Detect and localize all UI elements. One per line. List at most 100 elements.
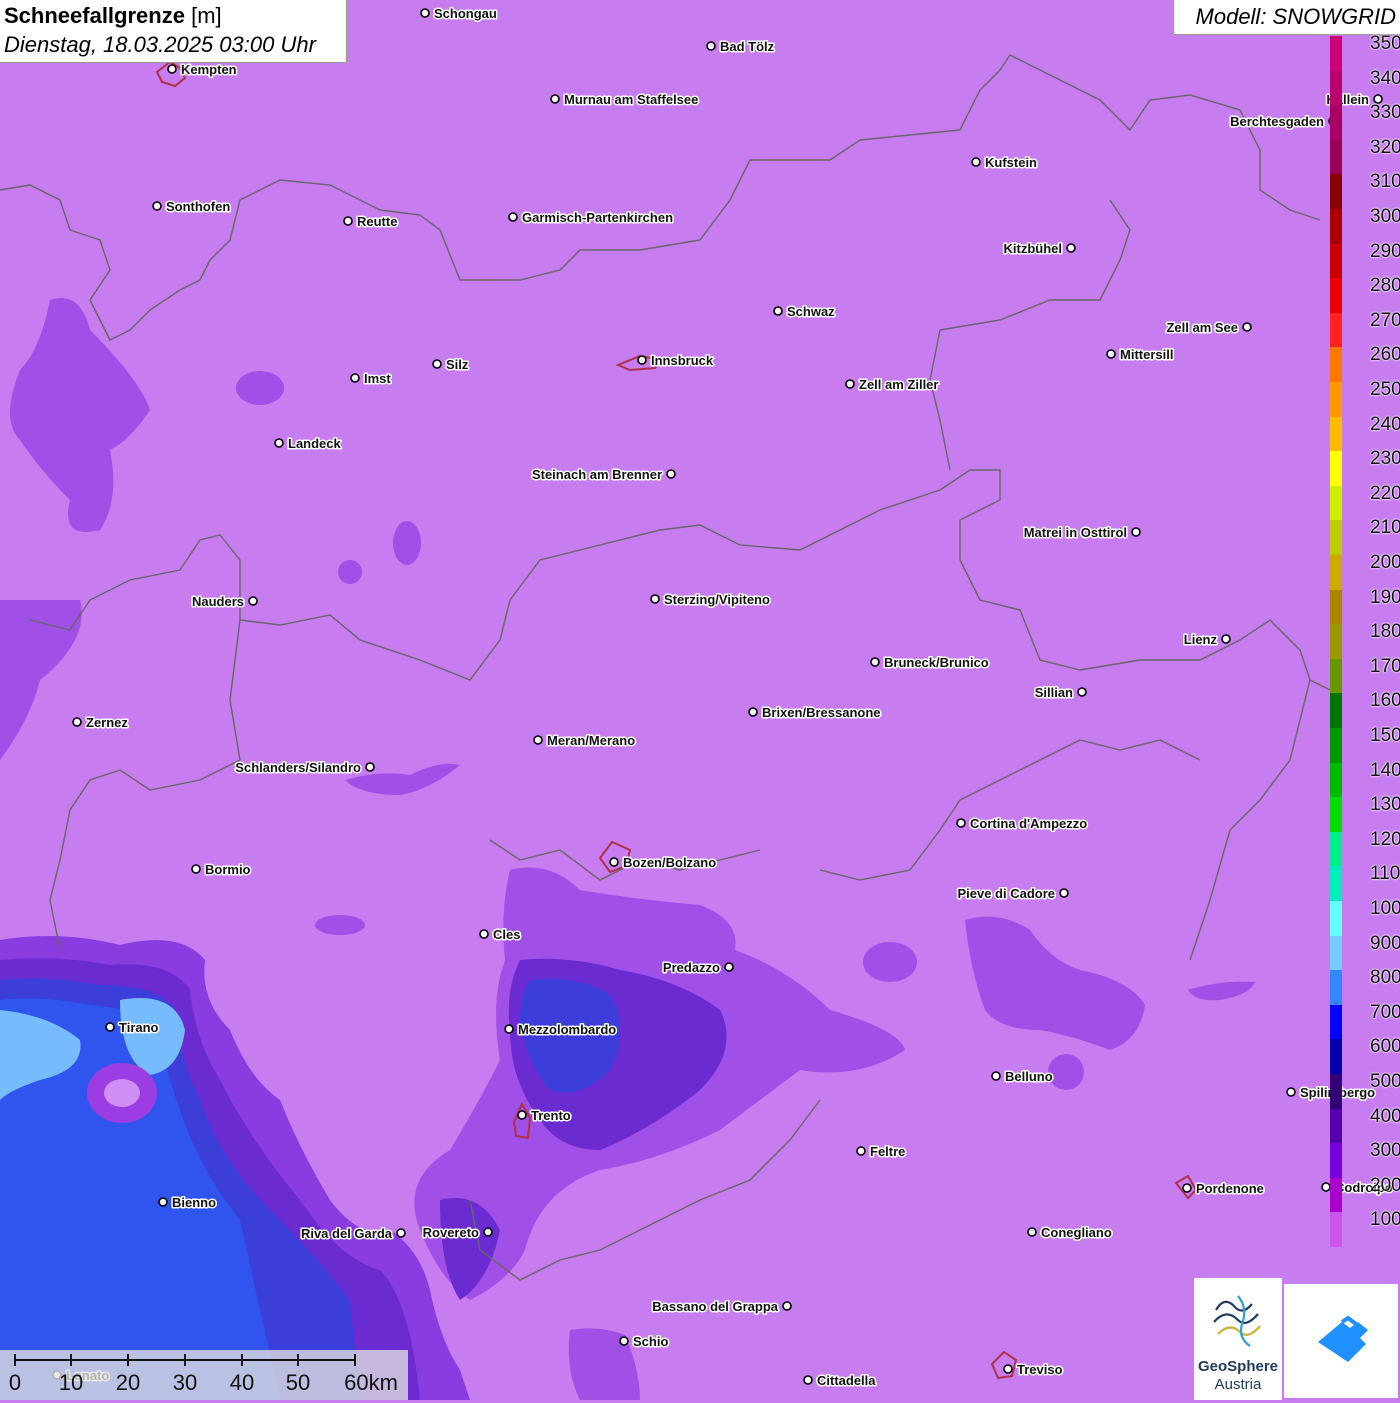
map-title-box: Schneefallgrenze [m] Dienstag, 18.03.202… bbox=[0, 0, 347, 63]
city-label: Cortina d'Ampezzo bbox=[970, 816, 1087, 831]
legend-swatch-2200 bbox=[1330, 485, 1342, 521]
city-label: Bruneck/Brunico bbox=[884, 655, 989, 670]
city-label: Imst bbox=[364, 371, 391, 386]
city-dot bbox=[508, 212, 518, 222]
city-matrei-in-osttirol: Matrei in Osttirol bbox=[1022, 524, 1141, 542]
city-dot bbox=[396, 1228, 406, 1238]
city-label: Mittersill bbox=[1120, 347, 1173, 362]
legend-swatch-300 bbox=[1330, 1143, 1342, 1179]
city-zell-am-ziller: Zell am Ziller bbox=[845, 376, 940, 394]
city-murnau-am-staffelsee: Murnau am Staffelsee bbox=[550, 91, 700, 109]
city-dot bbox=[856, 1146, 866, 1156]
city-label: Sonthofen bbox=[166, 199, 230, 214]
city-dot bbox=[706, 41, 716, 51]
city-label: Innsbruck bbox=[651, 353, 714, 368]
city-dot bbox=[158, 1197, 168, 1207]
city-label: Bassano del Grappa bbox=[652, 1299, 778, 1314]
legend-label-600: 600 bbox=[1370, 1036, 1400, 1058]
legend-label-2200: 2200 bbox=[1370, 482, 1400, 504]
city-label: Mezzolombardo bbox=[518, 1022, 616, 1037]
city-dot bbox=[152, 201, 162, 211]
scale-tick-30: 30 bbox=[172, 1370, 198, 1395]
city-dot bbox=[365, 762, 375, 772]
city-label: Rovereto bbox=[423, 1225, 479, 1240]
app-logo-icon bbox=[1318, 1315, 1368, 1362]
model-label: Modell: SNOWGRID bbox=[1195, 4, 1396, 29]
city-label: Schlanders/Silandro bbox=[235, 760, 361, 775]
legend-label-2600: 2600 bbox=[1370, 344, 1400, 366]
city-berchtesgaden: Berchtesgaden bbox=[1229, 113, 1338, 131]
legend-label-1200: 1200 bbox=[1370, 828, 1400, 850]
city-dot bbox=[550, 94, 560, 104]
city-label: Steinach am Brenner bbox=[532, 467, 662, 482]
city-label: Trento bbox=[531, 1108, 571, 1123]
city-label: Lienz bbox=[1184, 632, 1218, 647]
city-label: Nauders bbox=[192, 594, 244, 609]
legend-swatch-1300 bbox=[1330, 797, 1342, 833]
city-label: Zell am See bbox=[1166, 320, 1238, 335]
legend-swatch-400 bbox=[1330, 1108, 1342, 1144]
color-legend: 3500 3400 3300 3200 3100 3000 2900 2800 2700 2600… bbox=[1330, 33, 1400, 1248]
app-logo[interactable] bbox=[1284, 1284, 1398, 1398]
city-dot bbox=[350, 373, 360, 383]
legend-label-2900: 2900 bbox=[1370, 240, 1400, 262]
legend-label-200: 200 bbox=[1370, 1174, 1400, 1196]
city-dot bbox=[483, 1227, 493, 1237]
city-label: Feltre bbox=[870, 1144, 905, 1159]
legend-swatch-3100 bbox=[1330, 174, 1342, 210]
legend-swatch-3400 bbox=[1330, 70, 1342, 106]
city-label: Cles bbox=[493, 927, 520, 942]
city-label: Matrei in Osttirol bbox=[1024, 525, 1127, 540]
legend-swatch-2700 bbox=[1330, 312, 1342, 348]
legend-label-1700: 1700 bbox=[1370, 655, 1400, 677]
city-dot bbox=[191, 864, 201, 874]
legend-swatch-2500 bbox=[1330, 382, 1342, 418]
legend-swatch-600 bbox=[1330, 1039, 1342, 1075]
city-bozen-bolzano: Bozen/Bolzano bbox=[609, 854, 718, 872]
geosphere-subtitle: Austria bbox=[1214, 1376, 1262, 1393]
legend-swatch-1200 bbox=[1330, 831, 1342, 867]
city-label: Bienno bbox=[172, 1195, 216, 1210]
legend-label-2800: 2800 bbox=[1370, 275, 1400, 297]
city-label: Reutte bbox=[357, 214, 397, 229]
city-label: Tirano bbox=[119, 1020, 159, 1035]
city-label: Schwaz bbox=[787, 304, 835, 319]
city-dot bbox=[609, 857, 619, 867]
legend-label-3200: 3200 bbox=[1370, 136, 1400, 158]
legend-label-2700: 2700 bbox=[1370, 309, 1400, 331]
city-dot bbox=[650, 594, 660, 604]
legend-label-2500: 2500 bbox=[1370, 379, 1400, 400]
legend-label-1800: 1800 bbox=[1370, 621, 1400, 643]
city-bassano-del-grappa: Bassano del Grappa bbox=[651, 1298, 792, 1316]
legend-label-1300: 1300 bbox=[1370, 794, 1400, 816]
city-dot bbox=[666, 469, 676, 479]
city-dot bbox=[1131, 527, 1141, 537]
city-dot bbox=[274, 438, 284, 448]
snowfall-limit-map[interactable]: Schongau Bad Tölz Kempten Murnau am Staffel… bbox=[0, 0, 1400, 1400]
legend-label-2300: 2300 bbox=[1370, 448, 1400, 470]
scale-tick-10: 10 bbox=[58, 1370, 84, 1395]
scale-tick-0: 0 bbox=[8, 1370, 22, 1395]
city-garmisch-partenkirchen: Garmisch-Partenkirchen bbox=[508, 209, 675, 227]
legend-swatch-2900 bbox=[1330, 243, 1342, 279]
city-dot bbox=[1286, 1087, 1296, 1097]
city-dot bbox=[1003, 1364, 1013, 1374]
legend-swatch-100 bbox=[1330, 1212, 1342, 1248]
city-dot bbox=[1077, 687, 1087, 697]
city-label: Berchtesgaden bbox=[1230, 114, 1324, 129]
geosphere-mark-icon bbox=[1213, 1295, 1261, 1347]
map-datetime: Dienstag, 18.03.2025 03:00 Uhr bbox=[4, 32, 316, 57]
city-dot bbox=[504, 1024, 514, 1034]
city-dot bbox=[971, 157, 981, 167]
legend-swatch-2600 bbox=[1330, 347, 1342, 383]
legend-swatch-700 bbox=[1330, 1004, 1342, 1040]
legend-swatch-2400 bbox=[1330, 416, 1342, 452]
legend-label-800: 800 bbox=[1370, 967, 1400, 989]
legend-swatch-2800 bbox=[1330, 278, 1342, 314]
city-label: Conegliano bbox=[1041, 1225, 1112, 1240]
legend-swatch-1100 bbox=[1330, 866, 1342, 902]
city-label: Predazzo bbox=[663, 960, 720, 975]
geosphere-logo[interactable]: GeoSphere Austria bbox=[1194, 1278, 1282, 1400]
legend-label-1900: 1900 bbox=[1370, 586, 1400, 608]
city-label: Schongau bbox=[434, 6, 497, 21]
